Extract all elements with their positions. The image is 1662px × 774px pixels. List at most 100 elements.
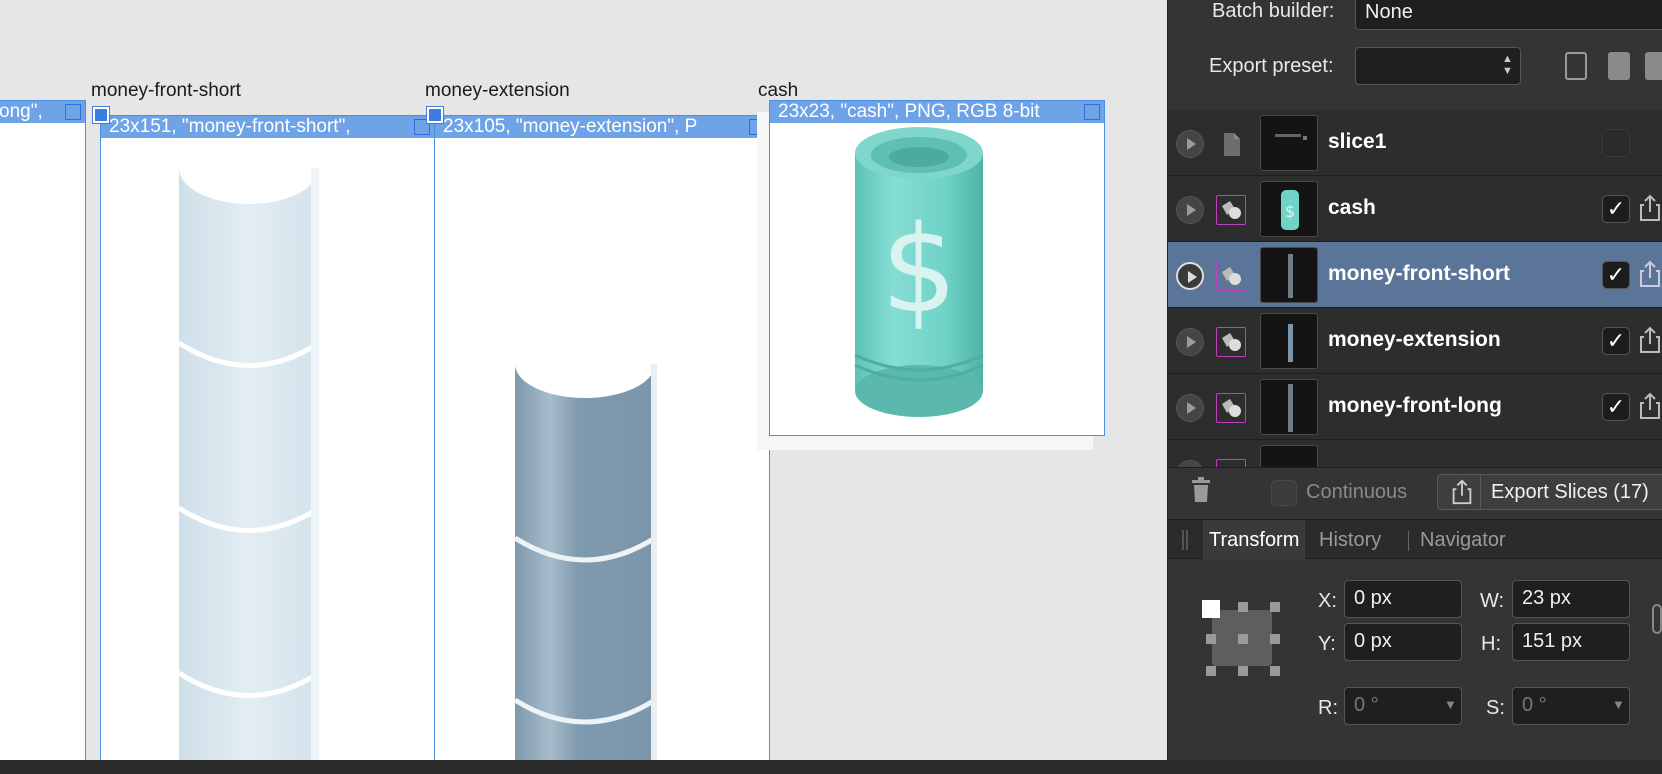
list-item[interactable]: money-front-long ✓ xyxy=(1168,374,1662,440)
trash-icon[interactable] xyxy=(1190,476,1212,509)
layer-name: money-front-long xyxy=(1328,394,1502,417)
layer-name: cash xyxy=(1328,196,1376,219)
layer-slice-icon xyxy=(1216,393,1246,423)
s-label: S: xyxy=(1486,697,1505,719)
w-label: W: xyxy=(1480,590,1505,612)
tab-transform[interactable]: Transform xyxy=(1203,520,1306,560)
layer-slice-icon xyxy=(1216,261,1246,291)
y-field[interactable]: 0 px xyxy=(1344,623,1462,661)
slice-body: $ xyxy=(770,123,1104,435)
list-item[interactable]: money-extension ✓ xyxy=(1168,308,1662,374)
status-bar xyxy=(0,760,1662,774)
slice-frame-partial[interactable]: ong", xyxy=(0,100,86,760)
slices-footer: Continuous Export Slices (17) xyxy=(1168,467,1662,519)
slice-corner-box[interactable] xyxy=(65,104,81,120)
export-slices-label: Export Slices (17) xyxy=(1491,481,1649,503)
export-icon[interactable] xyxy=(1638,193,1662,223)
layer-thumbnail xyxy=(1260,247,1318,303)
layer-thumbnail xyxy=(1260,115,1318,171)
expand-icon[interactable] xyxy=(1176,328,1204,356)
batch-builder-select[interactable]: None xyxy=(1355,0,1662,30)
slice-frame-money-extension[interactable]: 23x105, "money-extension", P xyxy=(434,115,770,760)
layer-slice-icon xyxy=(1216,327,1246,357)
svg-text:$: $ xyxy=(881,201,957,340)
h-field[interactable]: 151 px xyxy=(1512,623,1630,661)
slice-title-money-front-short: money-front-short xyxy=(91,80,241,101)
layer-thumbnail xyxy=(1260,445,1318,467)
continuous-label: Continuous xyxy=(1306,481,1408,503)
document-icon xyxy=(1216,129,1246,159)
slice-info-bar: 23x105, "money-extension", P xyxy=(435,116,769,138)
export-checkbox[interactable] xyxy=(1602,129,1630,157)
slice-frame-cash[interactable]: 23x23, "cash", PNG, RGB 8-bit $ xyxy=(769,100,1105,436)
export-preset-select[interactable] xyxy=(1355,47,1521,85)
rotation-dropdown-icon[interactable]: ▼ xyxy=(1444,697,1457,712)
layer-name: money-front-short xyxy=(1328,262,1510,285)
slice-handle[interactable] xyxy=(426,106,444,124)
slice-body xyxy=(435,138,769,760)
export-checkbox[interactable]: ✓ xyxy=(1602,393,1630,421)
tab-history[interactable]: History xyxy=(1313,520,1387,560)
export-checkbox[interactable]: ✓ xyxy=(1602,261,1630,289)
r-label: R: xyxy=(1318,697,1338,719)
paste-preset-icon[interactable] xyxy=(1608,52,1630,80)
y-label: Y: xyxy=(1318,633,1336,655)
h-label: H: xyxy=(1481,633,1501,655)
panel-tabs: Transform History Navigator xyxy=(1168,519,1662,560)
export-preset-label: Export preset: xyxy=(1209,55,1334,77)
expand-icon[interactable] xyxy=(1176,196,1204,224)
continuous-checkbox[interactable] xyxy=(1271,480,1297,506)
slice-info-text: 23x23, "cash", PNG, RGB 8-bit xyxy=(778,101,1040,122)
batch-builder-label: Batch builder: xyxy=(1212,0,1335,22)
copy-preset-icon[interactable] xyxy=(1565,52,1587,80)
slice-body xyxy=(0,123,85,760)
slice-info-bar: 23x23, "cash", PNG, RGB 8-bit xyxy=(770,101,1104,123)
layer-thumbnail: $ xyxy=(1260,181,1318,237)
slice-corner-box[interactable] xyxy=(1084,104,1100,120)
export-persona-panel: Batch builder: None Export preset: ▲ ▼ sl… xyxy=(1167,0,1662,760)
shear-dropdown-icon[interactable]: ▼ xyxy=(1612,697,1625,712)
layer-slice-icon xyxy=(1216,459,1246,467)
slice-title-money-extension: money-extension xyxy=(425,80,570,101)
canvas[interactable]: ong", money-front-short 23x151, "money-f… xyxy=(0,0,1167,760)
list-item[interactable]: slice1 xyxy=(1168,110,1662,176)
light-money-stack-graphic xyxy=(177,138,321,760)
drag-grip-icon[interactable] xyxy=(1182,530,1188,550)
export-icon[interactable] xyxy=(1638,325,1662,355)
tab-divider xyxy=(1408,531,1409,551)
export-slices-button[interactable]: Export Slices (17) xyxy=(1437,474,1662,510)
tab-navigator[interactable]: Navigator xyxy=(1414,520,1512,560)
export-icon[interactable] xyxy=(1638,391,1662,421)
layer-name: money-extension xyxy=(1328,328,1501,351)
export-icon[interactable] xyxy=(1638,259,1662,289)
export-checkbox[interactable]: ✓ xyxy=(1602,327,1630,355)
list-item[interactable]: $ cash ✓ xyxy=(1168,176,1662,242)
blue-money-stack-graphic xyxy=(513,330,657,760)
list-item[interactable] xyxy=(1168,440,1662,467)
list-item-selected[interactable]: money-front-short ✓ xyxy=(1168,242,1662,308)
slice-title-cash: cash xyxy=(758,80,799,101)
slice-info-text: 23x105, "money-extension", P xyxy=(443,116,698,137)
expand-icon[interactable] xyxy=(1176,130,1204,158)
slice-info-bar: 23x151, "money-front-short", xyxy=(101,116,434,138)
delete-preset-icon[interactable] xyxy=(1645,52,1662,80)
layer-thumbnail xyxy=(1260,379,1318,435)
slice-frame-money-front-short[interactable]: 23x151, "money-front-short", xyxy=(100,115,435,760)
slice-handle[interactable] xyxy=(92,106,110,124)
export-checkbox[interactable]: ✓ xyxy=(1602,195,1630,223)
x-field[interactable]: 0 px xyxy=(1344,580,1462,618)
layer-name: slice1 xyxy=(1328,130,1387,153)
svg-text:$: $ xyxy=(1285,202,1295,221)
slice-info-text: ong", xyxy=(0,101,43,122)
anchor-selector[interactable] xyxy=(1202,600,1282,676)
slice-body xyxy=(101,138,434,760)
w-field[interactable]: 23 px xyxy=(1512,580,1630,618)
expand-icon[interactable] xyxy=(1176,262,1204,290)
transform-panel: X: 0 px W: 23 px Y: 0 px H: 151 px R: 0 … xyxy=(1168,560,1662,760)
expand-icon[interactable] xyxy=(1176,394,1204,422)
slice-info-text: 23x151, "money-front-short", xyxy=(109,116,351,137)
app-window: ong", money-front-short 23x151, "money-f… xyxy=(0,0,1662,774)
x-label: X: xyxy=(1318,590,1337,612)
expand-icon[interactable] xyxy=(1176,460,1204,467)
link-icon[interactable] xyxy=(1652,604,1662,634)
